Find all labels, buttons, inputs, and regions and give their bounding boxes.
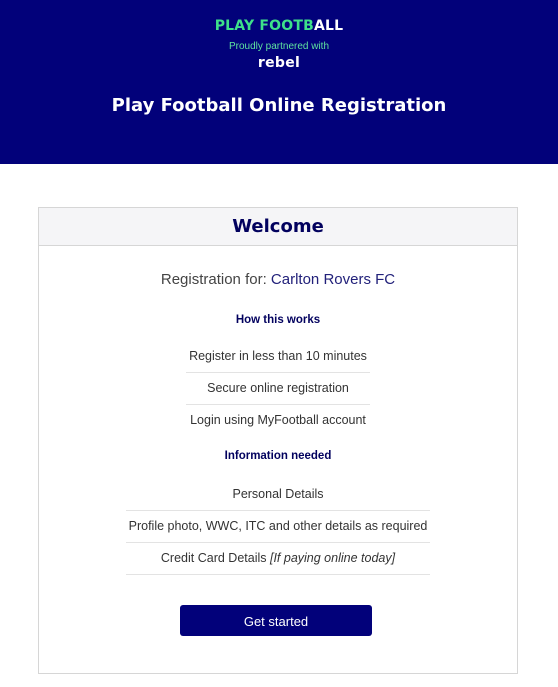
- information-needed-list: Personal Details Profile photo, WWC, ITC…: [39, 479, 517, 575]
- page-header: PLAY FOOTBALL Proudly partnered with reb…: [0, 0, 558, 164]
- list-item: Personal Details: [126, 479, 430, 511]
- partner-tagline: Proudly partnered with: [228, 41, 330, 52]
- rebel-logo: rebel: [257, 55, 301, 71]
- list-item: Secure online registration: [186, 373, 370, 405]
- page-title: Play Football Online Registration: [111, 95, 447, 116]
- club-name: Carlton Rovers FC: [270, 271, 396, 288]
- how-this-works-list: Register in less than 10 minutes Secure …: [39, 341, 517, 436]
- card-title: Welcome: [39, 208, 517, 246]
- list-item: Credit Card Details [If paying online to…: [126, 543, 430, 575]
- information-needed-title: Information needed: [224, 450, 332, 462]
- logo-text-b: ALL: [314, 18, 344, 34]
- list-item: Profile photo, WWC, ITC and other detail…: [126, 511, 430, 543]
- welcome-card: Welcome Registration for: Carlton Rovers…: [38, 207, 518, 674]
- registration-line: Registration for: Carlton Rovers FC: [39, 271, 517, 288]
- list-item: Login using MyFootball account: [190, 413, 366, 427]
- list-item: Register in less than 10 minutes: [186, 341, 370, 373]
- how-this-works-title: How this works: [235, 314, 321, 326]
- credit-card-note: [If paying online today]: [269, 551, 396, 565]
- get-started-button[interactable]: Get started: [180, 605, 372, 636]
- play-football-logo: PLAY FOOTBALL: [0, 18, 558, 34]
- registration-prefix: Registration for:: [160, 271, 267, 288]
- logo-text-a: PLAY FOOTB: [214, 18, 314, 34]
- credit-card-label: Credit Card Details: [160, 551, 267, 565]
